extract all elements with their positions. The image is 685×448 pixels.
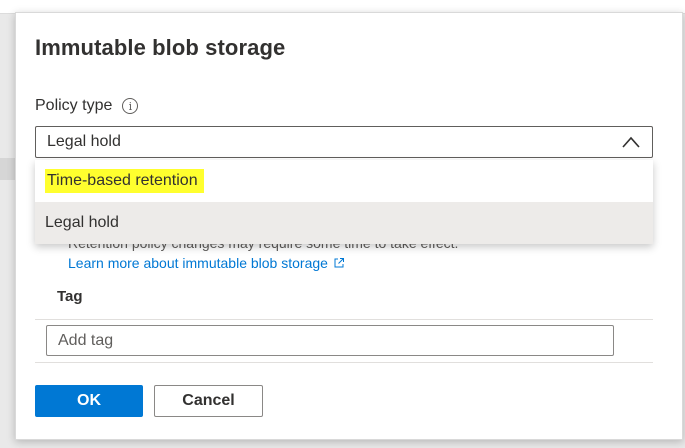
learn-more-link[interactable]: Learn more about immutable blob storage (68, 255, 345, 271)
ok-button[interactable]: OK (35, 385, 143, 417)
dialog-title: Immutable blob storage (35, 35, 286, 60)
cancel-button[interactable]: Cancel (154, 385, 263, 417)
immutable-storage-dialog: Immutable blob storage Policy type i Leg… (15, 12, 683, 440)
option-label-time-based-retention: Time-based retention (45, 169, 204, 193)
external-link-icon (334, 258, 344, 268)
policy-type-options-list: Time-based retention Legal hold (35, 160, 653, 244)
policy-type-selected-value: Legal hold (47, 133, 121, 150)
policy-type-label: Policy type (35, 97, 113, 114)
option-label-legal-hold: Legal hold (45, 214, 119, 231)
policy-type-label-row: Policy type i (35, 97, 139, 115)
chevron-up-icon (622, 136, 640, 148)
tag-column-header: Tag (57, 288, 83, 305)
option-time-based-retention[interactable]: Time-based retention (35, 160, 653, 202)
option-legal-hold[interactable]: Legal hold (35, 202, 653, 244)
tag-table-divider-bottom (35, 362, 653, 363)
learn-more-label: Learn more about immutable blob storage (68, 255, 328, 271)
info-icon[interactable]: i (122, 98, 139, 114)
policy-type-dropdown[interactable]: Legal hold (35, 126, 653, 158)
add-tag-input[interactable] (46, 325, 614, 356)
tag-table-divider (35, 319, 653, 320)
